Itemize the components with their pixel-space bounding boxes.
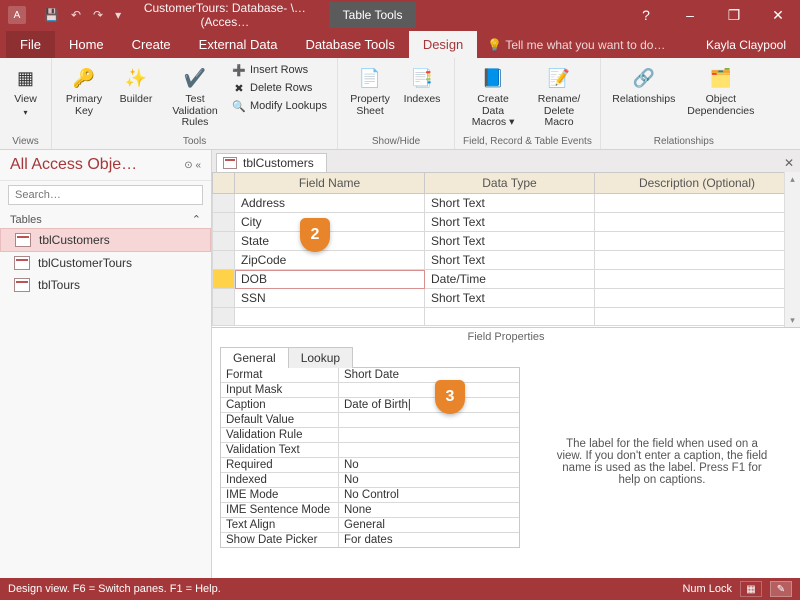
app-icon: A xyxy=(8,6,26,24)
relationships-icon: 🔗 xyxy=(630,64,658,92)
navigation-pane: All Access Obje… ⊙ « Tables⌃ tblCustomer… xyxy=(0,150,212,578)
title-bar: A 💾 ↶ ↷ ▾ CustomerTours: Database- \… (A… xyxy=(0,0,800,30)
nav-collapse-icon[interactable]: ⊙ « xyxy=(184,160,201,171)
col-data-type[interactable]: Data Type xyxy=(425,173,595,194)
document-close-button[interactable]: ✕ xyxy=(778,154,800,172)
prop-tab-general[interactable]: General xyxy=(220,347,289,368)
property-row[interactable]: IME Sentence ModeNone xyxy=(221,503,519,518)
table-icon xyxy=(223,157,237,169)
tab-create[interactable]: Create xyxy=(118,31,185,58)
property-row[interactable]: Text AlignGeneral xyxy=(221,518,519,533)
macro-icon: 📘 xyxy=(479,64,507,92)
property-sheet-button[interactable]: 📄Property Sheet xyxy=(346,62,394,119)
property-row[interactable]: Default Value xyxy=(221,413,519,428)
property-row[interactable]: IndexedNo xyxy=(221,473,519,488)
chevron-down-icon: ▾ xyxy=(23,108,27,117)
prop-tab-lookup[interactable]: Lookup xyxy=(288,347,353,368)
indexes-button[interactable]: 📑Indexes xyxy=(398,62,446,108)
modify-lookups-button[interactable]: 🔍Modify Lookups xyxy=(230,98,329,114)
tab-design[interactable]: Design xyxy=(409,31,477,58)
help-button[interactable]: ? xyxy=(624,0,668,30)
col-field-name[interactable]: Field Name xyxy=(235,173,425,194)
property-row[interactable]: IME ModeNo Control xyxy=(221,488,519,503)
primary-key-button[interactable]: 🔑Primary Key xyxy=(60,62,108,119)
nav-item-tblCustomerTours[interactable]: tblCustomerTours xyxy=(0,252,211,274)
field-design-grid[interactable]: Field Name Data Type Description (Option… xyxy=(212,172,800,326)
maximize-button[interactable]: ❐ xyxy=(712,0,756,30)
qat-save-icon[interactable]: 💾 xyxy=(44,8,59,22)
field-properties-label: Field Properties xyxy=(212,328,800,346)
view-button[interactable]: ▦ View ▾ xyxy=(8,62,43,119)
grid-scrollbar[interactable]: ▴▾ xyxy=(784,172,800,327)
property-row[interactable]: FormatShort Date xyxy=(221,368,519,383)
rename-icon: 📝 xyxy=(545,64,573,92)
col-description[interactable]: Description (Optional) xyxy=(595,173,800,194)
nav-item-tblTours[interactable]: tblTours xyxy=(0,274,211,296)
status-bar: Design view. F6 = Switch panes. F1 = Hel… xyxy=(0,578,800,600)
account-name[interactable]: Kayla Claypool xyxy=(692,32,800,58)
property-row[interactable]: Show Date PickerFor dates xyxy=(221,533,519,547)
table-icon xyxy=(15,233,31,247)
minimize-button[interactable]: – xyxy=(668,0,712,30)
builder-button[interactable]: ✨Builder xyxy=(112,62,160,108)
key-icon: 🔑 xyxy=(70,64,98,92)
qat-redo-icon[interactable]: ↷ xyxy=(93,8,103,22)
ribbon-tab-strip: File Home Create External Data Database … xyxy=(0,30,800,58)
index-icon: 📑 xyxy=(408,64,436,92)
property-row[interactable]: Validation Rule xyxy=(221,428,519,443)
nav-group-header[interactable]: Tables⌃ xyxy=(0,209,211,228)
rename-delete-macro-button[interactable]: 📝Rename/ Delete Macro xyxy=(527,62,591,131)
delete-row-icon: ✖ xyxy=(232,81,246,95)
view-design-button[interactable]: ✎ xyxy=(770,581,792,597)
lookup-icon: 🔍 xyxy=(232,99,246,113)
table-icon xyxy=(14,256,30,270)
delete-rows-button[interactable]: ✖Delete Rows xyxy=(230,80,329,96)
view-datasheet-button[interactable]: ▦ xyxy=(740,581,762,597)
sheet-icon: 📄 xyxy=(356,64,384,92)
tab-file[interactable]: File xyxy=(6,31,55,58)
callout-badge-2: 2 xyxy=(300,218,330,252)
table-icon xyxy=(14,278,30,292)
tab-external-data[interactable]: External Data xyxy=(185,31,292,58)
tab-database-tools[interactable]: Database Tools xyxy=(291,31,408,58)
grid-icon: ▦ xyxy=(12,64,40,92)
document-tab[interactable]: tblCustomers xyxy=(216,153,327,172)
close-button[interactable]: ✕ xyxy=(756,0,800,30)
field-row[interactable]: SSNShort Text xyxy=(213,289,800,308)
property-row[interactable]: Input Mask xyxy=(221,383,519,398)
nav-pane-title[interactable]: All Access Obje… xyxy=(10,156,137,174)
status-numlock: Num Lock xyxy=(682,583,732,595)
object-dependencies-button[interactable]: 🗂️Object Dependencies xyxy=(683,62,759,119)
relationships-button[interactable]: 🔗Relationships xyxy=(609,62,679,108)
property-grid[interactable]: FormatShort DateInput MaskCaptionDate of… xyxy=(220,368,520,548)
contextual-tab-group: Table Tools xyxy=(329,2,417,28)
status-text: Design view. F6 = Switch panes. F1 = Hel… xyxy=(8,583,221,595)
qat-undo-icon[interactable]: ↶ xyxy=(71,8,81,22)
ribbon: ▦ View ▾ Views 🔑Primary Key ✨Builder ✔️T… xyxy=(0,58,800,150)
property-row[interactable]: Validation Text xyxy=(221,443,519,458)
test-validation-button[interactable]: ✔️Test Validation Rules xyxy=(164,62,226,131)
field-row[interactable]: DOBDate/Time xyxy=(213,270,800,289)
insert-row-icon: ➕ xyxy=(232,63,246,77)
dependencies-icon: 🗂️ xyxy=(707,64,735,92)
nav-search-input[interactable] xyxy=(8,185,203,205)
nav-item-tblCustomers[interactable]: tblCustomers xyxy=(0,228,211,252)
chevron-up-icon: ⌃ xyxy=(192,213,201,226)
field-row[interactable]: AddressShort Text xyxy=(213,194,800,213)
wand-icon: ✨ xyxy=(122,64,150,92)
tell-me-search[interactable]: 💡 Tell me what you want to do… xyxy=(477,32,692,58)
field-row[interactable]: ZipCodeShort Text xyxy=(213,251,800,270)
document-area: tblCustomers ✕ Field Name Data Type Desc… xyxy=(212,150,800,578)
check-icon: ✔️ xyxy=(181,64,209,92)
property-row[interactable]: CaptionDate of Birth| xyxy=(221,398,519,413)
property-help-text: The label for the field when used on a v… xyxy=(532,346,792,578)
insert-rows-button[interactable]: ➕Insert Rows xyxy=(230,62,329,78)
property-row[interactable]: RequiredNo xyxy=(221,458,519,473)
create-data-macros-button[interactable]: 📘Create Data Macros ▾ xyxy=(463,62,523,131)
tab-home[interactable]: Home xyxy=(55,31,118,58)
window-title: CustomerTours: Database- \… (Acces… xyxy=(121,1,329,29)
callout-badge-3: 3 xyxy=(435,380,465,414)
